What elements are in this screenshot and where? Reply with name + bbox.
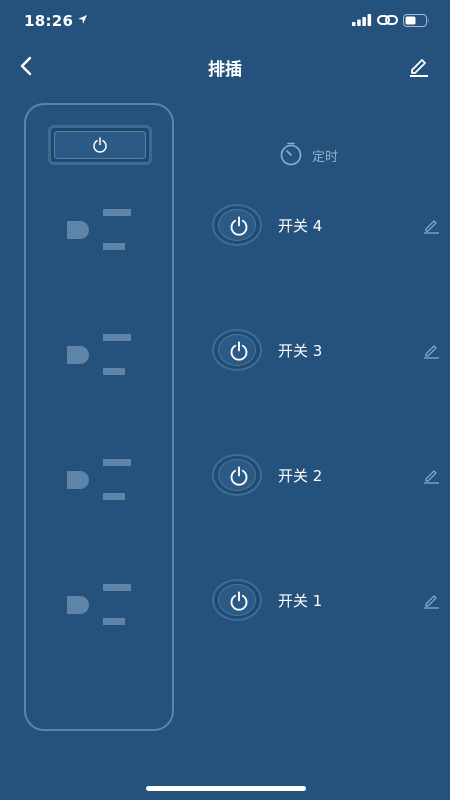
socket-3	[64, 334, 134, 382]
power-icon	[230, 216, 248, 236]
power-icon	[230, 341, 248, 361]
edit-button[interactable]	[404, 52, 432, 80]
power-icon	[230, 466, 248, 486]
socket-4	[64, 209, 134, 257]
power-icon	[93, 137, 107, 153]
edit-name-icon[interactable]	[422, 591, 440, 609]
master-power-button[interactable]	[48, 125, 152, 165]
socket-1	[64, 584, 134, 632]
switch-row-1: 开关 1	[212, 579, 440, 625]
nav-bar: 排插	[0, 44, 450, 88]
battery-icon	[403, 14, 429, 27]
location-arrow-icon	[78, 15, 87, 24]
power-strip-outline	[24, 103, 174, 731]
switch-row-2: 开关 2	[212, 454, 440, 500]
switch-2-power-button[interactable]	[212, 454, 262, 496]
edit-name-icon[interactable]	[422, 466, 440, 484]
home-indicator	[146, 786, 306, 791]
edit-name-icon[interactable]	[422, 216, 440, 234]
pencil-icon	[410, 59, 428, 77]
status-bar: 18:26	[0, 0, 450, 44]
switch-row-4: 开关 4	[212, 204, 440, 250]
power-icon	[230, 591, 248, 611]
switch-label: 开关 1	[278, 592, 323, 610]
page-title: 排插	[208, 60, 242, 80]
edit-name-icon[interactable]	[422, 341, 440, 359]
cellular-signal-icon	[352, 14, 372, 26]
status-time: 18:26	[24, 12, 74, 30]
timer-label: 定时	[312, 150, 339, 165]
link-icon	[377, 15, 398, 25]
switch-label: 开关 4	[278, 217, 323, 235]
switch-1-power-button[interactable]	[212, 579, 262, 621]
switch-label: 开关 2	[278, 467, 323, 485]
switch-4-power-button[interactable]	[212, 204, 262, 246]
socket-2	[64, 459, 134, 507]
timer-icon	[280, 142, 302, 166]
switch-label: 开关 3	[278, 342, 323, 360]
switch-row-3: 开关 3	[212, 329, 440, 375]
switch-3-power-button[interactable]	[212, 329, 262, 371]
